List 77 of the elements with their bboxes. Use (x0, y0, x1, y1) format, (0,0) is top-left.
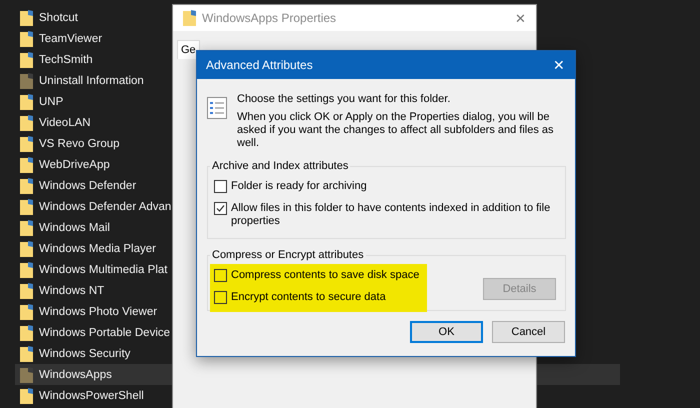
dialog-button[interactable]: OK (410, 321, 483, 343)
folder-name: WindowsApps (39, 368, 112, 380)
folder-icon (20, 262, 33, 278)
folder-row[interactable]: WebDriveApp (15, 154, 114, 175)
folder-icon (20, 136, 33, 152)
folder-icon (20, 198, 33, 214)
folder-icon (20, 304, 33, 320)
folder-row[interactable]: Windows Portable Device (15, 322, 174, 343)
folder-name: Windows Photo Viewer (39, 306, 158, 318)
dialog-button[interactable]: Cancel (492, 321, 565, 343)
folder-name: VS Revo Group (39, 138, 120, 150)
checkbox[interactable] (214, 291, 227, 304)
folder-icon (20, 324, 33, 340)
folder-row[interactable]: Windows Defender Advan (15, 196, 176, 217)
group-title: Compress or Encrypt attributes (211, 249, 365, 261)
folder-icon (20, 282, 33, 298)
option-label: Compress contents to save disk space (231, 269, 420, 282)
folder-name: Shotcut (39, 12, 78, 24)
group-title: Archive and Index attributes (211, 160, 350, 172)
folder-icon (20, 114, 33, 130)
checkbox[interactable] (214, 202, 227, 215)
window-title: WindowsApps Properties (202, 11, 338, 25)
folder-row[interactable]: WindowsPowerShell (15, 385, 148, 406)
tab[interactable]: Ge (177, 40, 200, 59)
folder-row[interactable]: TeamViewer (15, 28, 106, 49)
folder-row[interactable]: VideoLAN (15, 112, 95, 133)
folder-icon (20, 72, 33, 88)
folder-icon (20, 366, 33, 382)
folder-name: Windows Media Player (39, 242, 156, 254)
folder-row[interactable]: Shotcut (15, 7, 82, 28)
folder-icon (20, 388, 33, 404)
option-label: Encrypt contents to secure data (231, 291, 386, 304)
folder-icon (20, 52, 33, 68)
folder-row[interactable]: Windows Defender (15, 175, 140, 196)
folder-name: Windows Multimedia Plat (39, 264, 168, 276)
intro-text: Choose the settings you want for this folder. (237, 93, 452, 106)
folder-icon (20, 30, 33, 46)
folder-row[interactable]: Windows Mail (15, 217, 114, 238)
folder-row[interactable]: Windows Media Player (15, 238, 160, 259)
folder-name: Windows Security (39, 348, 130, 360)
folder-row[interactable]: Windows NT (15, 280, 108, 301)
folder-name: Windows NT (39, 284, 104, 296)
folder-icon (20, 156, 33, 172)
folder-row[interactable]: VS Revo Group (15, 133, 124, 154)
folder-row[interactable]: Windows Security (15, 343, 134, 364)
folder-name: WindowsPowerShell (39, 390, 144, 402)
folder-name: Windows Mail (39, 222, 110, 234)
folder-name: WebDriveApp (39, 158, 110, 170)
folder-icon (20, 346, 33, 362)
folder-icon (20, 240, 33, 256)
folder-row[interactable]: UNP (15, 91, 68, 112)
close-icon[interactable]: ✕ (553, 57, 565, 73)
folder-icon (20, 178, 33, 194)
folder-name: VideoLAN (39, 116, 91, 128)
folder-row[interactable]: TechSmith (15, 49, 97, 70)
folder-name: Windows Defender (39, 180, 136, 192)
folder-name: Windows Portable Device (39, 326, 170, 338)
folder-icon (20, 220, 33, 236)
folder-name: TechSmith (39, 54, 93, 66)
option-label: Folder is ready for archiving (231, 180, 367, 193)
checkbox[interactable] (214, 180, 227, 193)
folder-row[interactable]: Uninstall Information (15, 70, 148, 91)
folder-icon (20, 10, 33, 26)
folder-name: Uninstall Information (39, 74, 144, 86)
option-label: Allow files in this folder to have contents indexed in addition to file properties (231, 202, 552, 228)
folder-name: TeamViewer (39, 32, 102, 44)
description-text: When you click OK or Apply on the Properties dialog, you will be asked if you want the changes to affect all subfolders and files as well. (237, 111, 555, 150)
folder-icon (183, 10, 196, 26)
folder-row[interactable]: Windows Photo Viewer (15, 301, 162, 322)
checkbox[interactable] (214, 269, 227, 282)
close-icon[interactable]: ✕ (515, 10, 526, 26)
checklist-icon (207, 97, 227, 119)
folder-name: Windows Defender Advan (39, 200, 172, 212)
folder-name: UNP (39, 96, 64, 108)
folder-icon (20, 94, 33, 110)
folder-row[interactable]: Windows Multimedia Plat (15, 259, 172, 280)
dialog-title: Advanced Attributes (206, 58, 314, 72)
